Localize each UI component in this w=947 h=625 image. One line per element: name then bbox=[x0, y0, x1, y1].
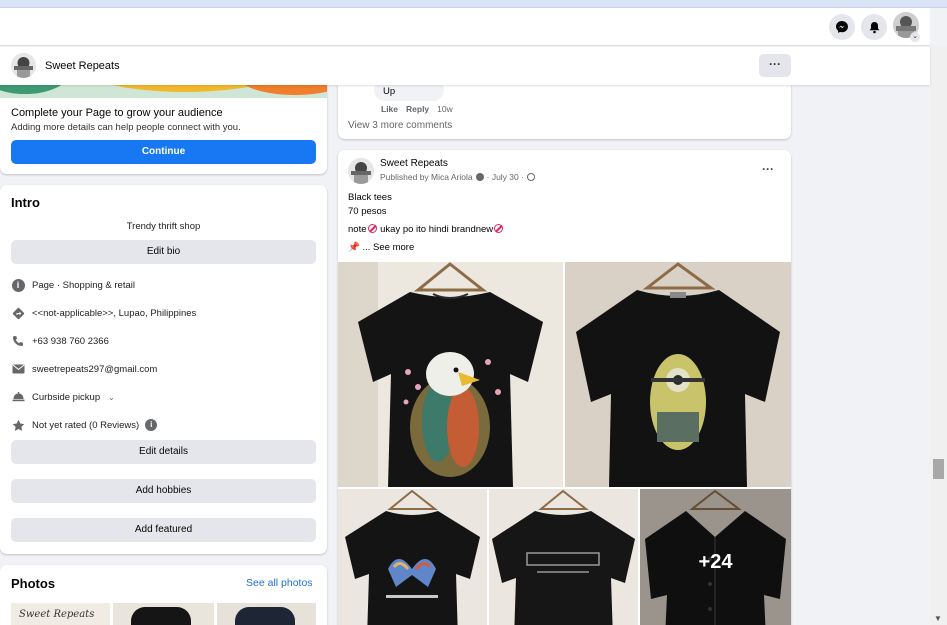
post-note-text-2: ukay po ito hindi brandnew bbox=[377, 224, 494, 235]
prohibited-icon bbox=[494, 224, 504, 233]
comment-actions: Like Reply 10w bbox=[381, 104, 453, 114]
star-icon bbox=[11, 418, 25, 432]
post-author-avatar[interactable] bbox=[348, 158, 374, 184]
info-row-rating: Not yet rated (0 Reviews) i bbox=[11, 417, 158, 433]
add-featured-button[interactable]: Add featured bbox=[11, 518, 316, 542]
info-icon: i bbox=[11, 278, 25, 292]
phone-text[interactable]: +63 938 760 2366 bbox=[32, 336, 109, 347]
info-row-service[interactable]: Curbside pickup ⌄ bbox=[11, 389, 115, 405]
post-author-name[interactable]: Sweet Repeats bbox=[380, 158, 448, 169]
published-by-text[interactable]: Published by Mica Ariola bbox=[380, 172, 473, 182]
post-photo-3[interactable] bbox=[338, 489, 487, 625]
service-bell-icon bbox=[11, 390, 25, 404]
direction-icon bbox=[11, 306, 25, 320]
edit-details-button[interactable]: Edit details bbox=[11, 440, 316, 464]
post-photo-5[interactable]: +24 bbox=[640, 489, 791, 625]
bell-icon bbox=[869, 21, 879, 33]
see-more-link[interactable]: ... See more bbox=[362, 242, 414, 253]
bird-tee-photo-icon bbox=[338, 489, 487, 625]
page-more-button[interactable]: ··· bbox=[759, 54, 791, 77]
info-row-phone: +63 938 760 2366 bbox=[11, 333, 109, 349]
rating-text: Not yet rated (0 Reviews) bbox=[32, 419, 140, 431]
mail-icon bbox=[11, 362, 25, 376]
post-meta: Published by Mica Ariola · July 30 · bbox=[380, 172, 535, 182]
comment-text: Up bbox=[383, 86, 396, 97]
vertical-scrollbar[interactable]: ▼ bbox=[930, 46, 947, 625]
page-header-bar: Sweet Repeats ··· bbox=[0, 47, 930, 85]
info-row-address: <<not-applicable>>, Lupao, Philippines bbox=[11, 305, 196, 321]
post-text-line: 📌 ... See more bbox=[348, 242, 414, 253]
post-text-line: Black tees bbox=[348, 192, 392, 203]
continue-button[interactable]: Continue bbox=[11, 140, 316, 164]
post-date[interactable]: July 30 bbox=[492, 172, 519, 182]
info-row-category: i Page · Shopping & retail bbox=[11, 277, 135, 293]
category-text: Page · Shopping & retail bbox=[32, 279, 135, 291]
info-dot-icon[interactable] bbox=[475, 173, 484, 181]
intro-card: Intro Trendy thrift shop Edit bio i Page… bbox=[0, 185, 327, 554]
post-text-line: 70 pesos bbox=[348, 206, 387, 217]
account-menu-caret[interactable]: ⌄ bbox=[910, 32, 920, 42]
pushpin-icon: 📌 bbox=[348, 242, 360, 253]
page-avatar-art-icon bbox=[11, 53, 36, 78]
info-row-email: sweetrepeats297@gmail.com bbox=[11, 361, 157, 377]
post-note-text: note bbox=[348, 224, 367, 235]
post-card: Sweet Repeats Published by Mica Ariola ·… bbox=[338, 150, 791, 625]
phone-icon bbox=[11, 334, 25, 348]
more-photos-count[interactable]: +24 bbox=[640, 551, 791, 574]
see-all-photos-link[interactable]: See all photos bbox=[246, 577, 313, 589]
comment-reply-link[interactable]: Reply bbox=[406, 104, 429, 114]
browser-chrome-strip bbox=[0, 0, 947, 8]
comment-time[interactable]: 10w bbox=[437, 104, 453, 114]
email-text[interactable]: sweetrepeats297@gmail.com bbox=[32, 364, 157, 375]
page-name[interactable]: Sweet Repeats bbox=[45, 60, 120, 72]
photo-thumbnail[interactable]: Sweet Repeats bbox=[11, 603, 110, 625]
post-photo-1[interactable] bbox=[338, 262, 563, 487]
post-text-line: note ukay po ito hindi brandnew bbox=[348, 224, 504, 235]
messenger-icon bbox=[836, 21, 848, 33]
top-navigation-bar: ⌄ bbox=[0, 8, 930, 46]
comment-like-link[interactable]: Like bbox=[381, 104, 398, 114]
omega-tee-photo-icon bbox=[489, 489, 638, 625]
photo-thumbnail[interactable] bbox=[217, 603, 316, 625]
page-avatar[interactable] bbox=[11, 53, 36, 78]
complete-page-card: Complete your Page to grow your audience… bbox=[0, 70, 327, 174]
view-more-comments-link[interactable]: View 3 more comments bbox=[348, 120, 452, 131]
intro-title: Intro bbox=[11, 195, 40, 210]
eagle-tee-photo-icon bbox=[338, 262, 563, 487]
post-photo-2[interactable] bbox=[565, 262, 791, 487]
scrollbar-thumb[interactable] bbox=[933, 459, 944, 479]
globe-icon bbox=[526, 173, 535, 181]
address-text: <<not-applicable>>, Lupao, Philippines bbox=[32, 307, 197, 319]
chevron-down-icon[interactable]: ⌄ bbox=[108, 393, 115, 402]
add-hobbies-button[interactable]: Add hobbies bbox=[11, 479, 316, 503]
rating-info-icon[interactable]: i bbox=[145, 419, 158, 431]
minion-tee-photo-icon bbox=[565, 262, 791, 487]
photos-card: Photos See all photos Sweet Repeats bbox=[0, 565, 327, 625]
edit-bio-button[interactable]: Edit bio bbox=[11, 240, 316, 264]
intro-bio: Trendy thrift shop bbox=[126, 221, 201, 232]
photo-thumbnail[interactable] bbox=[113, 603, 214, 625]
post-options-button[interactable]: ··· bbox=[762, 162, 774, 176]
complete-page-subtitle: Adding more details can help people conn… bbox=[11, 122, 241, 133]
prohibited-icon bbox=[367, 224, 377, 233]
post-photo-4[interactable] bbox=[489, 489, 638, 625]
messenger-button[interactable] bbox=[829, 14, 855, 40]
complete-page-title: Complete your Page to grow your audience bbox=[11, 107, 223, 119]
notifications-button[interactable] bbox=[861, 14, 887, 40]
thumb-logo-text: Sweet Repeats bbox=[19, 609, 95, 620]
post-avatar-art-icon bbox=[348, 158, 374, 184]
service-text: Curbside pickup bbox=[32, 391, 101, 403]
photos-title: Photos bbox=[11, 576, 56, 591]
scroll-down-arrow-icon[interactable]: ▼ bbox=[934, 614, 942, 623]
